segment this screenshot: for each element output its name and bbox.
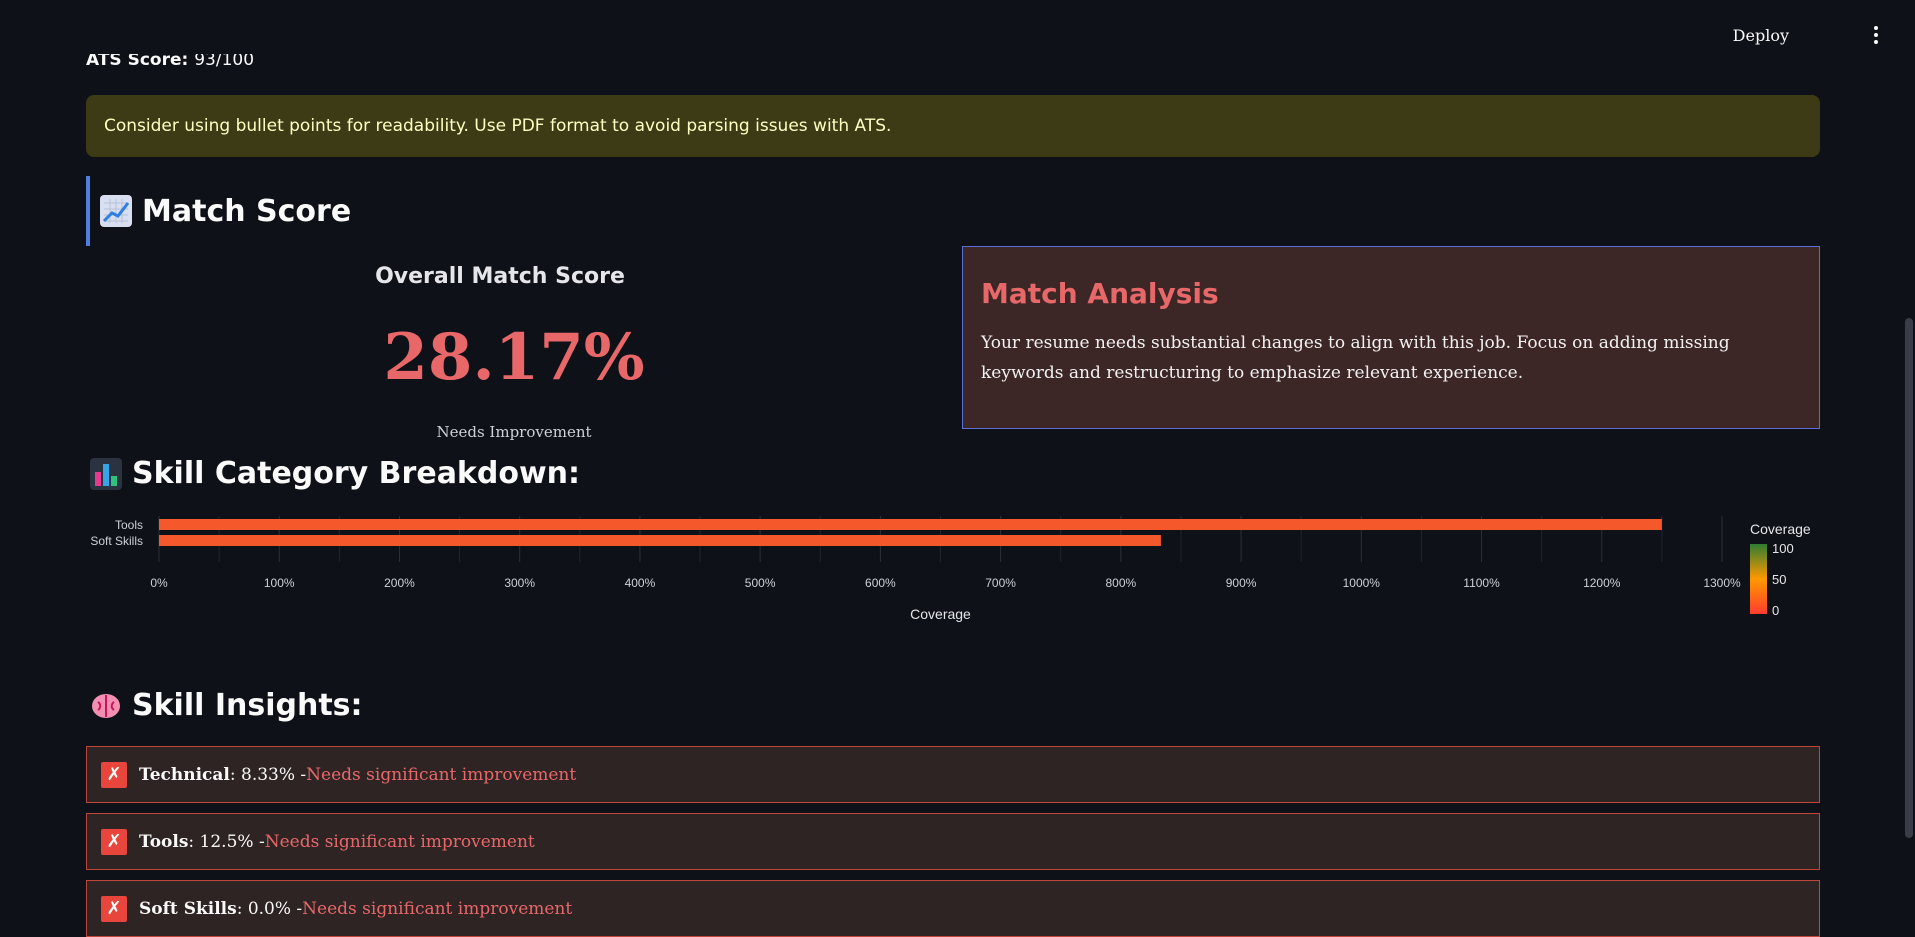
skill-breakdown-title: Skill Category Breakdown:	[132, 456, 581, 491]
insight-value: : 12.5% -	[188, 831, 265, 852]
x-tick-label: 500%	[745, 576, 776, 590]
warning-alert: Consider using bullet points for readabi…	[86, 95, 1820, 157]
match-analysis-text: Your resume needs substantial changes to…	[981, 333, 1730, 383]
insight-name: Soft Skills	[139, 898, 237, 919]
x-tick-label: 1000%	[1343, 576, 1381, 590]
x-tick-label: 800%	[1105, 576, 1136, 590]
overall-score-status: Needs Improvement	[436, 423, 592, 441]
insight-name: Technical	[139, 764, 230, 785]
x-tick-label: 1200%	[1583, 576, 1621, 590]
cross-mark-icon: ✗	[101, 895, 127, 922]
skill-coverage-chart-svg: 0% 100% 200% 300% 400% 500% 600% 700% 800% 900% 10…	[90, 516, 1811, 622]
overall-score-value: 28.17%	[383, 320, 645, 395]
y-tick-label: Soft Skills	[90, 534, 143, 548]
app-header	[0, 0, 1915, 54]
insight-value: : 0.0% -	[236, 898, 303, 919]
scrollbar-thumb[interactable]	[1905, 318, 1913, 838]
y-tick-label: Tools	[115, 518, 143, 532]
match-score-title: Match Score	[142, 193, 352, 229]
page-scrollbar[interactable]	[1903, 0, 1915, 912]
x-tick-label: 0%	[150, 576, 168, 590]
colorbar-tick-label: 50	[1772, 572, 1786, 587]
insight-status: Needs significant improvement	[264, 831, 535, 852]
x-tick-label: 200%	[384, 576, 415, 590]
deploy-button[interactable]: Deploy	[1733, 26, 1789, 45]
x-tick-label: 700%	[985, 576, 1016, 590]
chart-increasing-icon	[100, 195, 132, 227]
kebab-menu-icon[interactable]	[1871, 26, 1881, 48]
match-analysis-card: Match Analysis Your resume needs substan…	[962, 246, 1820, 429]
insight-status: Needs significant improvement	[302, 898, 573, 919]
overall-score-title: Overall Match Score	[375, 264, 625, 289]
colorbar	[1750, 544, 1767, 614]
colorbar-tick-label: 100	[1772, 541, 1794, 556]
brain-icon	[90, 690, 122, 722]
match-analysis-title: Match Analysis	[981, 277, 1219, 310]
bar	[159, 535, 1161, 546]
insight-soft-skills: ✗ Soft Skills : 0.0% - Needs significant…	[86, 880, 1820, 937]
cross-mark-icon: ✗	[101, 761, 127, 788]
bar-chart-icon	[90, 457, 122, 490]
insight-technical: ✗ Technical : 8.33% - Needs significant …	[86, 746, 1820, 803]
x-tick-label: 1100%	[1463, 576, 1500, 590]
x-axis-title: Coverage	[910, 606, 971, 622]
x-tick-label: 300%	[504, 576, 535, 590]
skill-coverage-chart[interactable]: 0% 100% 200% 300% 400% 500% 600% 700% 800% 900% 10…	[86, 510, 1820, 640]
match-score-header: Match Score	[86, 176, 351, 246]
colorbar-tick-label: 0	[1772, 603, 1779, 618]
alert-text: Consider using bullet points for readabi…	[104, 116, 892, 136]
x-tick-label: 600%	[865, 576, 896, 590]
x-tick-label: 1300%	[1703, 576, 1741, 590]
insight-status: Needs significant improvement	[306, 764, 577, 785]
insight-value: : 8.33% -	[229, 764, 307, 785]
colorbar-title: Coverage	[1750, 521, 1811, 537]
skill-insights-header: Skill Insights:	[90, 688, 363, 723]
bar	[159, 519, 1662, 530]
insight-tools: ✗ Tools : 12.5% - Needs significant impr…	[86, 813, 1820, 870]
insight-name: Tools	[139, 831, 189, 852]
x-tick-label: 400%	[625, 576, 656, 590]
skill-breakdown-header: Skill Category Breakdown:	[90, 456, 580, 491]
x-tick-label: 100%	[264, 576, 295, 590]
cross-mark-icon: ✗	[101, 828, 127, 855]
x-tick-label: 900%	[1226, 576, 1257, 590]
skill-insights-title: Skill Insights:	[132, 688, 363, 723]
